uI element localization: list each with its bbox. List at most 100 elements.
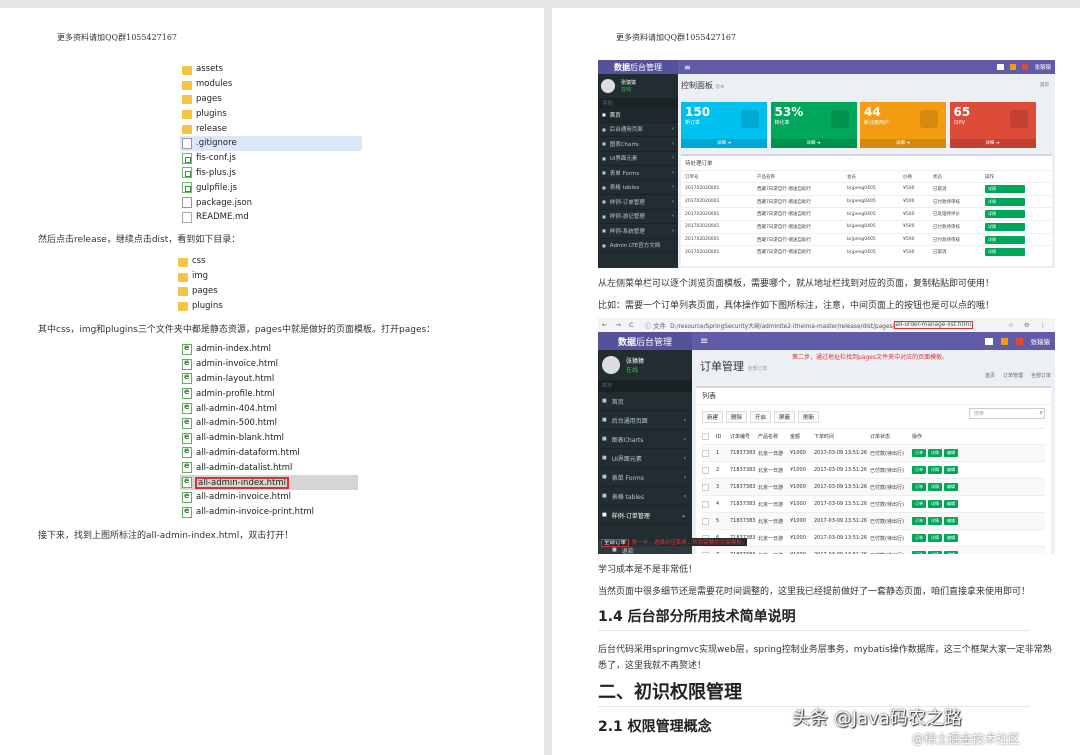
file-item[interactable]: admin-profile.html xyxy=(180,386,358,401)
file-item[interactable]: modules xyxy=(180,77,362,92)
file-item[interactable]: pages xyxy=(176,284,296,299)
sidebar-item[interactable]: ■ 后台通用页面 ‹ xyxy=(598,411,692,430)
sidebar-item[interactable]: ■ 图表Charts ‹ xyxy=(598,137,678,152)
sidebar-item[interactable]: ■ 首页 xyxy=(598,108,678,123)
breadcrumb-item[interactable]: 订单管理 xyxy=(1003,372,1023,379)
file-item[interactable]: all-admin-invoice-print.html xyxy=(180,505,358,520)
file-item[interactable]: admin-layout.html xyxy=(180,372,358,387)
action-button[interactable]: 详情 xyxy=(928,551,942,554)
sidebar-item[interactable]: ■ 表格 tables ‹ xyxy=(598,487,692,506)
file-item[interactable]: all-admin-datalist.html xyxy=(180,460,358,475)
file-item[interactable]: fis-conf.js xyxy=(180,151,362,166)
sidebar-item[interactable]: ■ UI界面元素 ‹ xyxy=(598,449,692,468)
menu-toggle-icon[interactable]: ≡ xyxy=(700,336,708,347)
url-filename[interactable]: all-order-manage-list.html xyxy=(893,321,974,329)
action-button[interactable]: 详情 xyxy=(928,483,942,491)
mail-icon[interactable] xyxy=(984,337,993,345)
bell-icon[interactable] xyxy=(1000,337,1008,345)
sidebar-item[interactable]: ■ 后台通用页面 ‹ xyxy=(598,123,678,137)
sidebar-item[interactable]: ■ 样例-订单管理 ⌄ xyxy=(598,506,692,525)
file-item[interactable]: css xyxy=(176,254,296,269)
action-button[interactable]: 详情 xyxy=(928,449,942,457)
sidebar-item[interactable]: ■ 首页 xyxy=(598,392,692,411)
flag-icon[interactable] xyxy=(1015,337,1023,345)
file-item[interactable]: all-admin-invoice.html xyxy=(180,490,358,505)
action-button[interactable]: 订单 xyxy=(912,483,926,491)
row-checkbox[interactable] xyxy=(702,433,709,440)
action-button[interactable]: 订单 xyxy=(912,500,926,508)
action-button[interactable]: 编辑 xyxy=(944,449,958,457)
action-button[interactable]: 编辑 xyxy=(944,466,958,474)
action-button[interactable]: 订单 xyxy=(912,449,926,457)
row-checkbox[interactable] xyxy=(702,483,709,491)
file-item[interactable]: img xyxy=(176,269,296,284)
action-button[interactable]: 详情 xyxy=(928,500,942,508)
browser-toolbar-icons[interactable]: ☆ ⊖ ⋮ xyxy=(1008,321,1050,329)
user-menu[interactable]: 张猿猿 xyxy=(1031,336,1051,346)
search-icon[interactable]: ⌕ xyxy=(1040,409,1043,417)
toolbar-button[interactable]: 开启 xyxy=(750,411,772,423)
file-item[interactable]: release xyxy=(180,121,362,136)
action-button[interactable]: 编辑 xyxy=(944,517,958,525)
sidebar-sub-all-orders[interactable]: 全部订单 xyxy=(600,539,630,547)
action-button[interactable]: 详情 xyxy=(928,534,942,542)
sidebar-item[interactable]: ■ 样例-系统管理 ‹ xyxy=(598,224,678,239)
file-item[interactable]: README.md xyxy=(180,210,362,225)
file-item[interactable]: gulpfile.js xyxy=(180,180,362,195)
flag-icon[interactable] xyxy=(1022,64,1029,70)
more-info-link[interactable]: 详细 ➜ xyxy=(949,139,1036,148)
table-cell[interactable]: 详情 xyxy=(985,197,1025,206)
more-info-link[interactable]: 详细 ➜ xyxy=(770,139,857,148)
row-checkbox[interactable] xyxy=(702,517,709,525)
sidebar-item[interactable]: ■ 表单 Forms ‹ xyxy=(598,468,692,487)
action-button[interactable]: 订单 xyxy=(912,517,926,525)
action-button[interactable]: 详情 xyxy=(928,517,942,525)
toolbar-button[interactable]: 删除 xyxy=(726,411,748,423)
sidebar-item[interactable]: ■ Admin LTE官方文档 xyxy=(598,239,678,253)
table-cell[interactable]: 详情 xyxy=(985,184,1025,193)
row-checkbox[interactable] xyxy=(702,466,709,474)
file-item[interactable]: package.json xyxy=(180,195,362,210)
breadcrumb-item[interactable]: 首页 xyxy=(985,372,995,379)
action-button[interactable]: 订单 xyxy=(912,534,926,542)
toolbar-button[interactable]: 新建 xyxy=(702,411,724,423)
row-checkbox[interactable] xyxy=(702,449,709,457)
action-button[interactable]: 编辑 xyxy=(944,500,958,508)
file-item[interactable]: plugins xyxy=(180,106,362,121)
file-item[interactable]: all-admin-blank.html xyxy=(180,431,358,446)
row-checkbox[interactable] xyxy=(702,500,709,508)
file-item[interactable]: admin-index.html xyxy=(180,342,358,357)
breadcrumb[interactable]: 首页 xyxy=(1040,82,1049,88)
file-item[interactable]: plugins xyxy=(176,298,296,313)
menu-toggle-icon[interactable]: ≡ xyxy=(684,63,691,72)
action-button[interactable]: 详情 xyxy=(928,466,942,474)
user-menu[interactable]: 张猿猿 xyxy=(1034,63,1051,71)
table-cell[interactable]: 详情 xyxy=(985,248,1025,257)
browser-nav-buttons[interactable]: ← → C xyxy=(602,321,637,329)
file-item[interactable]: all-admin-dataform.html xyxy=(180,446,358,461)
sidebar-item[interactable]: ■ 图表Charts ‹ xyxy=(598,430,692,449)
file-item[interactable]: all-admin-index.html xyxy=(180,475,358,490)
more-info-link[interactable]: 详细 ➜ xyxy=(681,139,767,148)
breadcrumb-item[interactable]: 全部订单 xyxy=(1031,372,1051,379)
search-input[interactable]: 搜索 xyxy=(969,408,1045,419)
file-item[interactable]: all-admin-500.html xyxy=(180,416,358,431)
sidebar-item[interactable]: ■ 样例-订单管理 ‹ xyxy=(598,195,678,210)
more-info-link[interactable]: 详细 ➜ xyxy=(860,139,946,148)
file-item[interactable]: pages xyxy=(180,92,362,107)
bell-icon[interactable] xyxy=(1010,64,1017,70)
row-checkbox[interactable] xyxy=(702,551,709,554)
url-prefix[interactable]: D:/resource/SpringSecurity大纲/adminlte2-i… xyxy=(670,321,894,330)
table-cell[interactable]: 详情 xyxy=(985,222,1025,231)
toolbar-button[interactable]: 屏蔽 xyxy=(774,411,796,423)
file-item[interactable]: .gitignore xyxy=(180,135,362,151)
action-button[interactable]: 订单 xyxy=(912,466,926,474)
sidebar-item[interactable]: ■ UI界面元素 ‹ xyxy=(598,152,678,166)
file-item[interactable]: assets xyxy=(180,62,362,77)
sidebar-item[interactable]: ■ 表单 Forms ‹ xyxy=(598,166,678,181)
table-cell[interactable]: 详情 xyxy=(985,210,1025,219)
sidebar-item[interactable]: ■ 表格 tables ‹ xyxy=(598,181,678,195)
sidebar-item[interactable]: ■ 样例-游记管理 ‹ xyxy=(598,210,678,224)
file-item[interactable]: admin-invoice.html xyxy=(180,357,358,372)
file-item[interactable]: all-admin-404.html xyxy=(180,401,358,416)
